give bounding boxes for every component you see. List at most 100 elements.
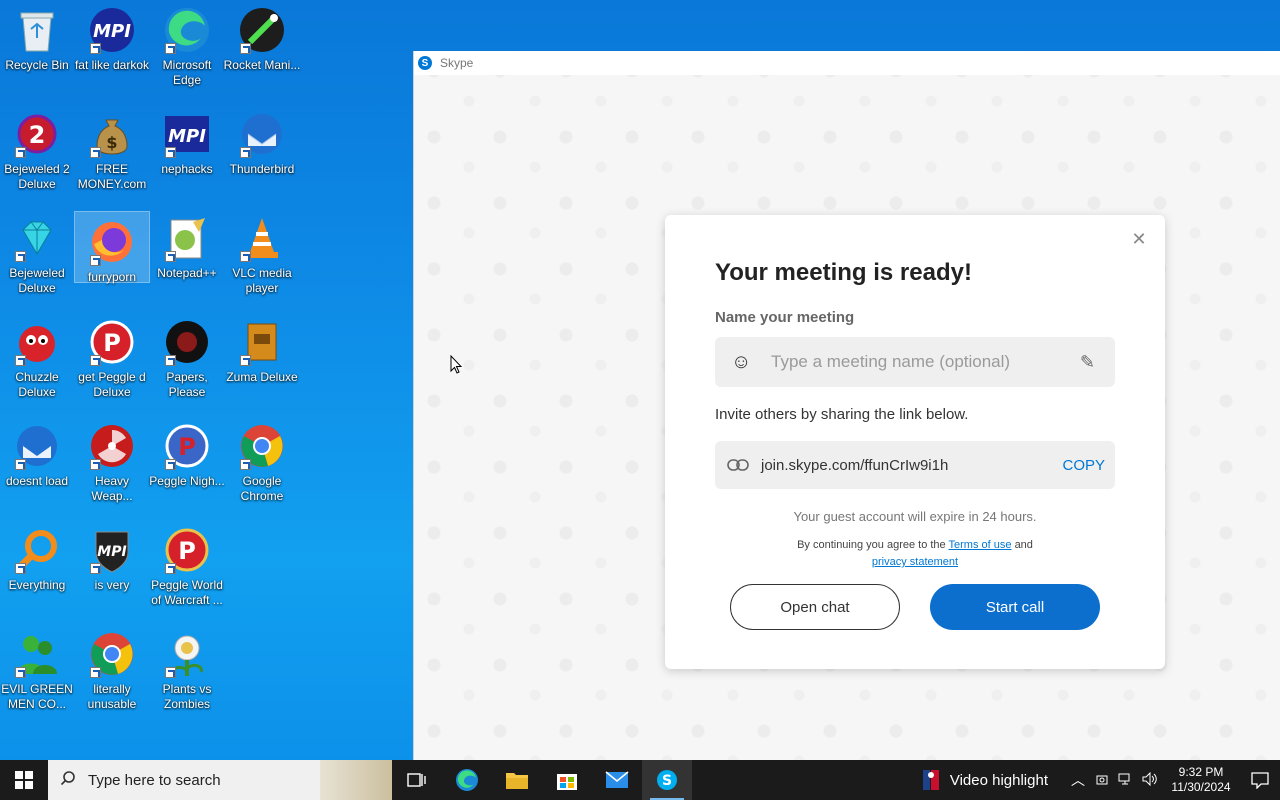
desktop-icon-is-very[interactable]: MPI is very (75, 520, 149, 620)
taskbar-mail-button[interactable] (592, 760, 642, 800)
desktop-icon-heavy-weapon[interactable]: Heavy Weap... (75, 416, 149, 516)
desktop-icon-literally-unusable[interactable]: literally unusable (75, 624, 149, 724)
desktop-icon-label: Zuma Deluxe (226, 370, 298, 384)
desktop-icon-nephacks[interactable]: MPI nephacks (150, 104, 224, 204)
desktop-icon-google-chrome[interactable]: Google Chrome (225, 416, 299, 516)
close-icon[interactable]: ✕ (1129, 229, 1149, 249)
task-view-icon (407, 773, 426, 787)
desktop-icon-free-money[interactable]: $ FREE MONEY.com (75, 104, 149, 204)
desktop-icon-microsoft-edge[interactable]: Microsoft Edge (150, 0, 224, 100)
desktop-icon-label: Microsoft Edge (162, 58, 212, 87)
desktop-icon-doesnt-load[interactable]: doesnt load (0, 416, 74, 516)
open-chat-button[interactable]: Open chat (730, 584, 900, 630)
green-men-icon (13, 630, 61, 678)
taskbar-search-box[interactable]: Type here to search (48, 760, 392, 800)
nba-logo-icon (922, 770, 939, 790)
recycle-bin-icon (13, 6, 61, 54)
desktop-icon-label: EVIL GREEN MEN CO... (1, 682, 73, 711)
shortcut-arrow-icon (165, 459, 176, 470)
volume-icon[interactable] (1138, 771, 1162, 789)
desktop-icon-get-peggle-deluxe[interactable]: P get Peggle d Deluxe (75, 312, 149, 412)
desktop-icon-label: get Peggle d Deluxe (78, 370, 146, 399)
svg-text:MPI: MPI (93, 21, 131, 42)
desktop-icon-furryporn[interactable]: furryporn (74, 211, 150, 284)
taskbar-edge-button[interactable] (442, 760, 492, 800)
desktop-icon-label: Heavy Weap... (91, 474, 133, 503)
desktop-icon-vlc[interactable]: VLC media player (225, 208, 299, 308)
desktop-icon-zuma-deluxe[interactable]: Zuma Deluxe (225, 312, 299, 412)
sunflower-icon (163, 630, 211, 678)
notification-icon (1251, 772, 1269, 789)
desktop-icon-label: Google Chrome (240, 474, 284, 503)
desktop-icon-label: Recycle Bin (5, 58, 69, 72)
svg-text:MPI: MPI (168, 126, 206, 147)
desktop-icon-papers-please[interactable]: Papers, Please (150, 312, 224, 412)
start-button[interactable] (0, 760, 48, 800)
shortcut-arrow-icon (90, 355, 101, 366)
taskbar-store-button[interactable] (542, 760, 592, 800)
window-title: Skype (440, 56, 474, 70)
chuzzle-icon (13, 318, 61, 366)
desktop-icon-chuzzle[interactable]: Chuzzle Deluxe (0, 312, 74, 412)
desktop-icon-everything[interactable]: Everything (0, 520, 74, 620)
folder-icon (506, 773, 528, 789)
meeting-name-input[interactable] (771, 352, 1061, 372)
camera-icon[interactable] (1090, 772, 1114, 789)
rocket-mania-icon (238, 6, 286, 54)
desktop-icon-label: Papers, Please (166, 370, 208, 399)
shortcut-arrow-icon (15, 563, 26, 574)
windows-logo-icon (15, 771, 33, 789)
desktop-icon-rocket-mania[interactable]: Rocket Mani... (224, 0, 300, 100)
desktop-icon-fat-like-darkok[interactable]: MPI fat like darkok (75, 0, 149, 100)
desktop-icon-peggle-nights[interactable]: P Peggle Nigh... (149, 416, 225, 516)
terms-of-use-link[interactable]: Terms of use (949, 539, 1012, 551)
shortcut-arrow-icon (90, 147, 101, 158)
diamond-icon (13, 214, 61, 262)
emoji-smile-icon[interactable]: ☺ (731, 352, 751, 372)
magnifier-icon (13, 526, 61, 574)
clock[interactable]: 9:32 PM 11/30/2024 (1166, 765, 1236, 795)
taskbar-file-explorer-button[interactable] (492, 760, 542, 800)
mpi-logo-icon: MPI (88, 6, 136, 54)
chevron-up-icon[interactable]: ︿ (1066, 770, 1090, 790)
desktop-icon-recycle-bin[interactable]: Recycle Bin (0, 0, 74, 100)
news-widget[interactable]: Video highlight (922, 769, 1048, 791)
network-icon[interactable] (1114, 772, 1138, 789)
meeting-name-label: Name your meeting (715, 309, 855, 326)
copy-link-button[interactable]: COPY (1062, 457, 1105, 474)
guest-expire-notice: Your guest account will expire in 24 hou… (793, 509, 1037, 524)
svg-text:P: P (178, 537, 196, 565)
shortcut-arrow-icon (90, 563, 101, 574)
meeting-name-field[interactable]: ☺ ✎ (715, 337, 1115, 387)
zuma-icon (238, 318, 286, 366)
desktop-icon-evil-green-men[interactable]: EVIL GREEN MEN CO... (0, 624, 74, 724)
skype-titlebar[interactable]: S Skype (414, 51, 1280, 75)
svg-text:P: P (103, 329, 121, 357)
desktop-icon-bejeweled-deluxe[interactable]: Bejeweled Deluxe (0, 208, 74, 308)
desktop-icon-label: FREE MONEY.com (77, 162, 147, 191)
privacy-statement-link[interactable]: privacy statement (872, 556, 958, 568)
store-icon (557, 774, 577, 790)
shortcut-arrow-icon (240, 251, 251, 262)
desktop-icon-thunderbird[interactable]: Thunderbird (225, 104, 299, 204)
desktop-icon-peggle-wow[interactable]: P Peggle World of Warcraft ... (150, 520, 224, 620)
search-icon (60, 770, 76, 791)
pencil-icon[interactable]: ✎ (1080, 352, 1095, 373)
desktop-icon-bejeweled-2[interactable]: 2 Bejeweled 2 Deluxe (0, 104, 74, 204)
desktop-icon-notepad-plus-plus[interactable]: Notepad++ (150, 208, 224, 308)
svg-text:2: 2 (29, 121, 46, 149)
desktop-icon-label: furryporn (87, 270, 137, 284)
mail-icon (605, 771, 629, 788)
desktop-icon-plants-vs-zombies[interactable]: Plants vs Zombies (150, 624, 224, 724)
taskbar-skype-button[interactable]: S (642, 760, 692, 800)
desktop-icon-label: doesnt load (5, 474, 69, 488)
search-placeholder: Type here to search (88, 771, 221, 789)
terms-prefix: By continuing you agree to the (797, 539, 946, 551)
edge-icon (163, 6, 211, 54)
notification-center-button[interactable] (1240, 771, 1280, 789)
skype-window: S Skype ✕ Your meeting is ready! Name yo… (413, 51, 1280, 760)
svg-text:P: P (178, 433, 196, 461)
task-view-button[interactable] (392, 760, 442, 800)
desktop-icon-label: fat like darkok (74, 58, 150, 72)
start-call-button[interactable]: Start call (930, 584, 1100, 630)
